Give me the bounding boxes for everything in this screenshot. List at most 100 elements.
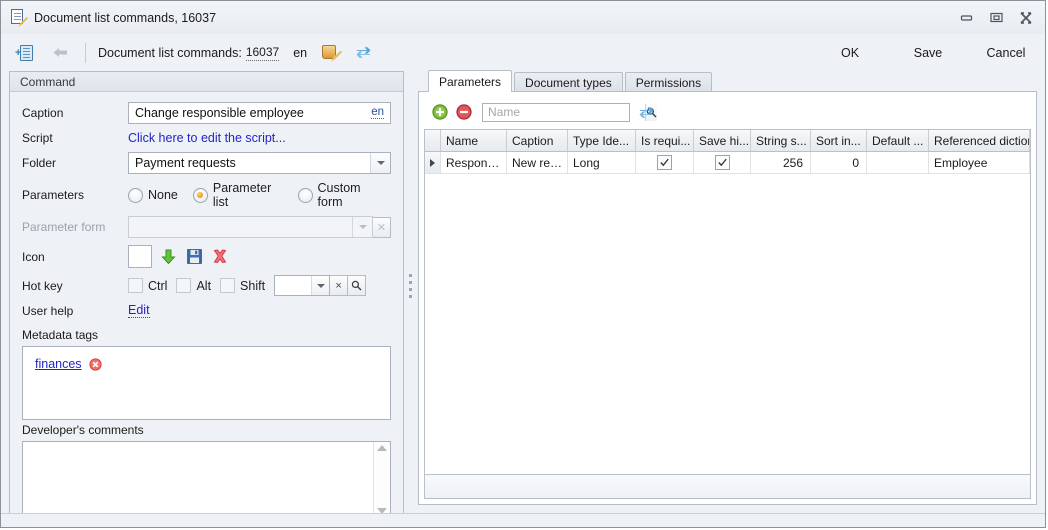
splitter-grip [409, 274, 413, 302]
window-title: Document list commands, 16037 [34, 10, 217, 25]
status-bar [1, 513, 1045, 527]
cell-default-value[interactable] [867, 152, 929, 173]
parameters-grid: Name Caption Type Ide... Is requi... Sav… [424, 129, 1031, 474]
add-icon[interactable] [432, 104, 448, 120]
parameters-tab-panel: Name Caption Type Ide... Is requi... Sav… [418, 91, 1037, 505]
column-header-sort-index[interactable]: Sort in... [811, 130, 867, 151]
cell-save-history[interactable] [694, 152, 751, 173]
icon-preview[interactable] [128, 245, 152, 268]
folder-row: Folder Payment requests [22, 152, 391, 174]
hotkey-ctrl-checkbox[interactable]: Ctrl [128, 278, 167, 293]
column-header-save-history[interactable]: Save hi... [694, 130, 751, 151]
save-icon[interactable] [184, 247, 204, 267]
metadata-tag-link[interactable]: finances [35, 357, 82, 371]
cell-type-identifier[interactable]: Long [568, 152, 636, 173]
folder-combobox[interactable]: Payment requests [128, 152, 391, 174]
column-header-string-size[interactable]: String s... [751, 130, 811, 151]
column-header-is-required[interactable]: Is requi... [636, 130, 694, 151]
tab-document-types[interactable]: Document types [514, 72, 623, 92]
column-header-name[interactable]: Name [441, 130, 507, 151]
user-help-edit-link[interactable]: Edit [128, 303, 150, 318]
caption-lang-tag[interactable]: en [371, 106, 384, 119]
grid-toolbar [424, 97, 1031, 129]
checkbox-box [220, 278, 236, 293]
radio-dot-parameter-list [192, 187, 208, 203]
radio-none-label: None [148, 188, 178, 202]
metadata-tags-box[interactable]: finances [22, 346, 391, 420]
caption-input[interactable]: Change responsible employee en [128, 102, 391, 124]
list-item[interactable]: finances [35, 357, 378, 371]
search-input[interactable] [483, 102, 645, 122]
tab-permissions[interactable]: Permissions [624, 72, 713, 92]
hotkey-alt-checkbox[interactable]: Alt [176, 278, 211, 293]
remove-icon[interactable] [456, 104, 472, 120]
ok-button[interactable]: OK [811, 40, 889, 66]
title-bar: Document list commands, 16037 [1, 1, 1045, 34]
toolbar-separator [85, 42, 86, 63]
record-id[interactable]: 16037 [245, 45, 280, 61]
language-code[interactable]: en [293, 46, 307, 60]
edit-script-link[interactable]: Click here to edit the script... [128, 131, 286, 145]
radio-custom-form[interactable]: Custom form [297, 181, 382, 209]
hotkey-alt-label: Alt [196, 278, 212, 293]
developer-comments-input[interactable] [22, 441, 391, 518]
hotkey-shift-checkbox[interactable]: Shift [220, 278, 265, 293]
column-header-referenced-dictionary[interactable]: Referenced diction... [929, 130, 1030, 151]
parameters-label: Parameters [22, 188, 85, 202]
icon-label: Icon [22, 249, 45, 264]
pane-splitter[interactable] [404, 71, 418, 505]
dialog-buttons: OK Save Cancel [811, 34, 1045, 71]
hotkey-clear-button[interactable]: × [330, 275, 349, 296]
grid-footer-bar [424, 474, 1031, 499]
cell-sort-index[interactable]: 0 [811, 152, 867, 173]
command-groupbox: Command Caption Change responsible emplo… [9, 71, 404, 525]
column-header-default-value[interactable]: Default ... [867, 130, 929, 151]
scrollbar[interactable] [373, 442, 390, 517]
column-header-caption[interactable]: Caption [507, 130, 568, 151]
chevron-down-icon[interactable] [311, 276, 330, 295]
edit-dictionary-icon[interactable] [320, 43, 343, 63]
load-icon[interactable] [158, 247, 178, 267]
caption-row: Caption Change responsible employee en [22, 102, 391, 124]
minimize-icon[interactable] [951, 5, 981, 31]
hotkey-label: Hot key [22, 278, 63, 293]
search-input-wrapper[interactable] [482, 102, 657, 122]
hotkey-combobox[interactable] [274, 275, 331, 296]
radio-parameter-list[interactable]: Parameter list [192, 181, 283, 209]
cell-name[interactable]: Respon… [441, 152, 507, 173]
radio-none[interactable]: None [128, 187, 178, 203]
command-groupbox-title: Command [10, 72, 403, 92]
tab-parameters[interactable]: Parameters [428, 70, 513, 92]
restore-icon[interactable] [981, 5, 1011, 31]
delete-tag-icon[interactable] [88, 357, 102, 371]
radio-custom-form-label: Custom form [317, 181, 361, 209]
close-icon[interactable] [1011, 5, 1041, 31]
row-indicator [425, 152, 441, 173]
scroll-up-icon[interactable] [377, 445, 387, 451]
checkbox-checked-icon [714, 155, 730, 170]
cell-referenced-dictionary[interactable]: Employee [929, 152, 1030, 173]
refresh-icon[interactable] [638, 105, 655, 120]
search-icon[interactable] [348, 275, 367, 296]
cell-caption[interactable]: New re… [507, 152, 568, 173]
dialog-body: Command Caption Change responsible emplo… [1, 70, 1045, 525]
new-document-icon[interactable]: + [15, 43, 35, 63]
parameter-form-combobox [128, 216, 373, 238]
cell-string-size[interactable]: 256 [751, 152, 811, 173]
command-bar: + Document list commands: 16037 en OK Sa… [1, 34, 1045, 71]
refresh-icon[interactable] [352, 43, 374, 63]
radio-parameter-list-label: Parameter list [212, 181, 272, 209]
back-arrow-icon[interactable] [47, 43, 73, 63]
column-header-type-identifier[interactable]: Type Ide... [568, 130, 636, 151]
cell-is-required[interactable] [636, 152, 694, 173]
table-row[interactable]: Respon… New re… Long 256 0 Employee [425, 152, 1030, 174]
radio-dot-none [128, 187, 143, 203]
save-button[interactable]: Save [889, 40, 967, 66]
developer-comments-value [23, 442, 373, 517]
user-help-row: User help Edit [22, 303, 391, 318]
chevron-down-icon[interactable] [370, 153, 390, 173]
clear-icon[interactable] [210, 247, 230, 267]
folder-label: Folder [22, 156, 57, 170]
checkbox-checked-icon [657, 155, 672, 170]
cancel-button[interactable]: Cancel [967, 40, 1045, 66]
